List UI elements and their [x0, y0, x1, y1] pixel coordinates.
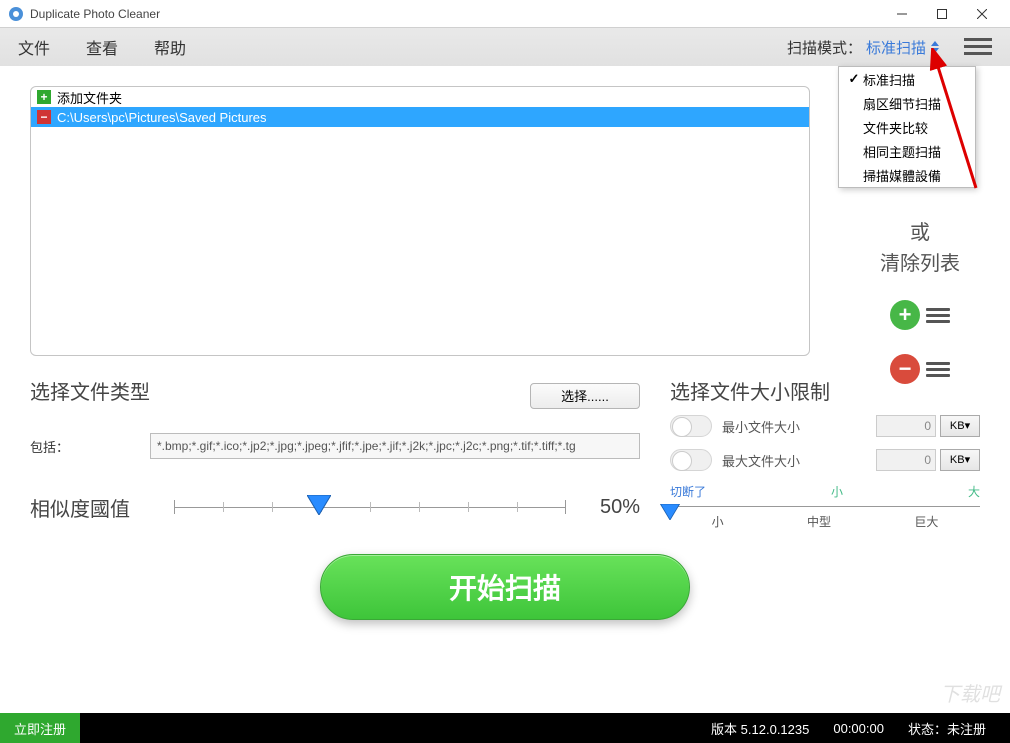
- size-slider-small: 小: [712, 513, 724, 530]
- or-label: 或: [910, 216, 930, 245]
- minus-icon: −: [37, 110, 51, 124]
- version-text: 版本 5.12.0.1235: [711, 719, 809, 738]
- status-bar: 立即注册 版本 5.12.0.1235 00:00:00 状态：未注册: [0, 713, 1010, 743]
- maximize-button[interactable]: [922, 0, 962, 28]
- minus-circle-icon: −: [890, 354, 920, 384]
- filetype-title: 选择文件类型: [30, 376, 150, 405]
- list-icon: [926, 359, 950, 380]
- similarity-value: 50%: [580, 496, 640, 519]
- menu-bar: 文件 查看 帮助 扫描模式： 标准扫描: [0, 28, 1010, 66]
- plus-circle-icon: +: [890, 300, 920, 330]
- sort-icon: [930, 41, 940, 53]
- min-size-unit[interactable]: KB▾: [940, 415, 980, 437]
- folder-path-row[interactable]: − C:\Users\pc\Pictures\Saved Pictures: [31, 107, 809, 127]
- min-size-input[interactable]: [876, 415, 936, 437]
- start-scan-button[interactable]: 开始扫描: [320, 554, 690, 620]
- min-size-label: 最小文件大小: [722, 417, 876, 436]
- list-icon: [926, 305, 950, 326]
- menu-file[interactable]: 文件: [18, 35, 50, 59]
- close-button[interactable]: [962, 0, 1002, 28]
- watermark: 下载吧: [940, 678, 1000, 707]
- scan-mode-option-folder-compare[interactable]: 文件夹比较: [839, 115, 975, 139]
- size-slider[interactable]: [670, 506, 980, 507]
- folder-list: + 添加文件夹 − C:\Users\pc\Pictures\Saved Pic…: [30, 86, 810, 356]
- menu-view[interactable]: 查看: [86, 35, 118, 59]
- title-bar: Duplicate Photo Cleaner: [0, 0, 1010, 28]
- include-input[interactable]: [150, 433, 640, 459]
- similarity-label: 相似度國值: [30, 493, 160, 522]
- size-slider-mid: 中型: [807, 513, 831, 530]
- scan-mode-label: 扫描模式：: [787, 37, 862, 58]
- max-size-toggle[interactable]: [670, 449, 712, 471]
- scan-mode-dropdown[interactable]: 标准扫描: [866, 37, 940, 58]
- size-slider-cut-label: 切断了: [670, 483, 706, 500]
- add-folder-row[interactable]: + 添加文件夹: [31, 87, 809, 107]
- size-slider-big-top: 大: [968, 483, 980, 500]
- window-title: Duplicate Photo Cleaner: [30, 7, 160, 21]
- max-size-unit[interactable]: KB▾: [940, 449, 980, 471]
- add-list-button[interactable]: +: [890, 300, 950, 330]
- app-icon: [8, 6, 24, 22]
- folder-path: C:\Users\pc\Pictures\Saved Pictures: [57, 110, 267, 125]
- hamburger-icon[interactable]: [964, 36, 992, 58]
- add-folder-label: 添加文件夹: [57, 88, 122, 107]
- register-button[interactable]: 立即注册: [0, 713, 80, 743]
- size-slider-small-top: 小: [831, 483, 843, 500]
- max-size-label: 最大文件大小: [722, 451, 876, 470]
- scan-mode-option-standard[interactable]: ✓标准扫描: [839, 67, 975, 91]
- clear-list-label: 清除列表: [880, 247, 960, 276]
- similarity-slider[interactable]: [174, 507, 566, 508]
- select-filetype-button[interactable]: 选择......: [530, 383, 640, 409]
- size-slider-huge: 巨大: [914, 513, 938, 530]
- scan-mode-option-media-device[interactable]: 掃描媒體設備: [839, 163, 975, 187]
- scan-mode-value: 标准扫描: [866, 37, 926, 58]
- max-size-input[interactable]: [876, 449, 936, 471]
- min-size-toggle[interactable]: [670, 415, 712, 437]
- menu-help[interactable]: 帮助: [154, 35, 186, 59]
- slider-handle-icon[interactable]: [307, 495, 331, 515]
- remove-list-button[interactable]: −: [890, 354, 950, 384]
- time-text: 00:00:00: [833, 721, 884, 736]
- include-label: 包括：: [30, 437, 150, 456]
- status-text: 状态：未注册: [908, 719, 986, 738]
- size-slider-handle-icon[interactable]: [660, 504, 680, 520]
- plus-icon: +: [37, 90, 51, 104]
- scan-mode-option-detail[interactable]: 扇区细节扫描: [839, 91, 975, 115]
- scan-mode-option-same-subject[interactable]: 相同主题扫描: [839, 139, 975, 163]
- check-icon: ✓: [845, 71, 863, 87]
- scan-mode-menu: ✓标准扫描 扇区细节扫描 文件夹比较 相同主题扫描 掃描媒體設備: [838, 66, 976, 188]
- minimize-button[interactable]: [882, 0, 922, 28]
